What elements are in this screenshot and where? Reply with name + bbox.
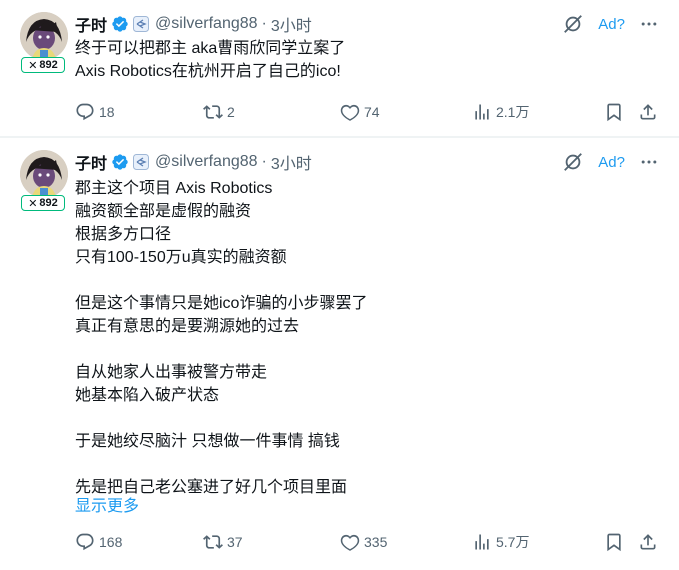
verified-badge-icon[interactable] [111, 153, 129, 171]
display-name[interactable]: 子时 [75, 150, 107, 174]
more-dots-icon[interactable] [639, 152, 659, 172]
tweet-text: 终于可以把郡主 aka曹雨欣同学立案了 Axis Robotics在杭州开启了自… [75, 40, 346, 80]
display-name[interactable]: 子时 [75, 12, 107, 36]
action-bar: 18 2 74 2.1万 [75, 100, 659, 124]
avatar[interactable] [20, 12, 68, 60]
reply-icon [76, 103, 94, 121]
follower-badge[interactable]: ✕ 892 [21, 57, 65, 73]
retweet-button[interactable]: 37 [203, 530, 243, 554]
share-button[interactable] [638, 100, 658, 124]
retweet-button[interactable]: 2 [203, 100, 235, 124]
retweet-count: 37 [227, 534, 243, 550]
ad-check-link[interactable]: Ad? [598, 154, 625, 171]
share-icon [640, 534, 656, 550]
tweet-text: 郡主这个项目 Axis Robotics 融资额全部是虚假的融资 根据多方口径 … [75, 180, 368, 496]
reply-count: 168 [99, 534, 123, 550]
grok-slash-icon[interactable] [562, 13, 584, 35]
share-button[interactable] [638, 530, 658, 554]
tweet-header: 子时 @silverfang88 · 3小时 [75, 12, 312, 36]
reply-button[interactable]: 168 [75, 530, 122, 554]
follower-badge[interactable]: ✕ 892 [21, 195, 65, 211]
avatar-image [20, 12, 68, 60]
retweet-count: 2 [227, 104, 235, 120]
view-count: 2.1万 [496, 104, 530, 120]
x-icon: ✕ [28, 59, 38, 72]
retweet-icon [203, 105, 223, 119]
tweet-2[interactable]: ✕ 892 子时 @silverfang88 · 3小时 Ad? 郡主这个项目 … [0, 138, 679, 570]
views-icon [475, 534, 489, 550]
tweet-header: 子时 @silverfang88 · 3小时 [75, 150, 312, 174]
like-icon [340, 104, 360, 121]
avatar[interactable] [20, 150, 68, 198]
more-dots-icon[interactable] [639, 14, 659, 34]
action-bar: 168 37 335 5.7万 [75, 530, 659, 554]
timestamp[interactable]: 3小时 [271, 12, 312, 36]
badge-count: 892 [39, 59, 58, 71]
like-count: 335 [364, 534, 388, 550]
badge-count: 892 [39, 197, 58, 209]
reply-count: 18 [99, 104, 115, 120]
bookmark-button[interactable] [604, 100, 624, 124]
share-icon [640, 104, 656, 120]
views-button[interactable]: 5.7万 [472, 530, 529, 554]
bookmark-icon [607, 103, 621, 122]
user-handle[interactable]: @silverfang88 [155, 153, 258, 171]
view-count: 5.7万 [496, 534, 530, 550]
tweet-tools: Ad? [562, 150, 659, 174]
views-button[interactable]: 2.1万 [472, 100, 529, 124]
show-more-link[interactable]: 显示更多 [75, 492, 139, 516]
bookmark-icon [607, 533, 621, 552]
tweet-1[interactable]: ✕ 892 子时 @silverfang88 · 3小时 Ad? 终于可以把郡主… [0, 0, 679, 137]
views-icon [475, 104, 489, 120]
subscription-badge-icon [133, 16, 150, 32]
ad-check-link[interactable]: Ad? [598, 16, 625, 33]
verified-badge-icon[interactable] [111, 15, 129, 33]
reply-icon [76, 533, 94, 551]
avatar-container[interactable]: ✕ 892 [20, 12, 68, 73]
user-handle[interactable]: @silverfang88 [155, 15, 258, 33]
avatar-image [20, 150, 68, 198]
subscription-badge-icon [133, 154, 150, 170]
tweet-tools: Ad? [562, 12, 659, 36]
timestamp[interactable]: 3小时 [271, 150, 312, 174]
reply-button[interactable]: 18 [75, 100, 115, 124]
like-icon [340, 534, 360, 551]
bookmark-button[interactable] [604, 530, 624, 554]
x-icon: ✕ [28, 197, 38, 210]
like-button[interactable]: 74 [340, 100, 380, 124]
avatar-container[interactable]: ✕ 892 [20, 150, 68, 211]
like-count: 74 [364, 104, 380, 120]
separator-dot: · [261, 153, 267, 170]
grok-slash-icon[interactable] [562, 151, 584, 173]
retweet-icon [203, 535, 223, 549]
separator-dot: · [261, 15, 267, 32]
like-button[interactable]: 335 [340, 530, 387, 554]
